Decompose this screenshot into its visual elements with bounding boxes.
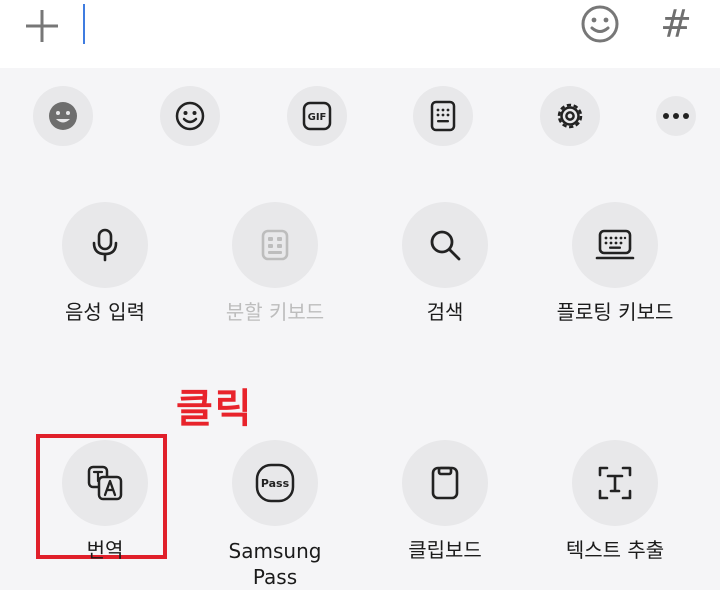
- text-extract-icon: [572, 440, 658, 526]
- search-icon: [402, 202, 488, 288]
- gif-icon[interactable]: GIF: [287, 86, 347, 146]
- click-annotation: 클릭: [176, 386, 254, 432]
- pass-icon-text: Pass: [261, 477, 290, 490]
- search-label: 검색: [426, 300, 464, 324]
- smiley-icon[interactable]: [580, 4, 620, 44]
- samsung-pass-button[interactable]: Pass Samsung Pass: [190, 440, 360, 590]
- split-keyboard-icon: [232, 202, 318, 288]
- translate-button[interactable]: 번역: [20, 440, 190, 562]
- text-input-bar[interactable]: #: [0, 0, 720, 68]
- microphone-icon: [62, 202, 148, 288]
- gear-icon[interactable]: [540, 86, 600, 146]
- more-icon[interactable]: [656, 96, 696, 136]
- translate-icon: [62, 440, 148, 526]
- split-keyboard-button[interactable]: 분할 키보드: [190, 202, 360, 324]
- face-sticker-icon[interactable]: [33, 86, 93, 146]
- plus-icon[interactable]: [22, 6, 62, 46]
- keyboard-toolbar: GIF: [0, 68, 720, 150]
- hash-icon[interactable]: #: [658, 0, 694, 48]
- floating-keyboard-button[interactable]: 플로팅 키보드: [530, 202, 700, 324]
- samsung-pass-label: Samsung Pass: [190, 538, 360, 590]
- smiley-icon[interactable]: [160, 86, 220, 146]
- text-cursor: [83, 4, 85, 44]
- voice-input-button[interactable]: 음성 입력: [20, 202, 190, 324]
- text-extract-label: 텍스트 추출: [565, 538, 665, 562]
- text-extract-button[interactable]: 텍스트 추출: [530, 440, 700, 562]
- keypad-icon[interactable]: [413, 86, 473, 146]
- samsung-pass-icon: Pass: [232, 440, 318, 526]
- split-keyboard-label: 분할 키보드: [225, 300, 325, 324]
- samsung-pass-label-line2: Pass: [252, 565, 298, 589]
- floating-keyboard-icon: [572, 202, 658, 288]
- floating-keyboard-label: 플로팅 키보드: [556, 300, 674, 324]
- voice-input-label: 음성 입력: [65, 300, 145, 324]
- clipboard-icon: [402, 440, 488, 526]
- clipboard-button[interactable]: 클립보드: [360, 440, 530, 562]
- gif-text: GIF: [308, 112, 327, 123]
- samsung-pass-label-line1: Samsung: [228, 539, 322, 563]
- search-button[interactable]: 검색: [360, 202, 530, 324]
- clipboard-label: 클립보드: [408, 538, 482, 562]
- translate-label: 번역: [86, 538, 124, 562]
